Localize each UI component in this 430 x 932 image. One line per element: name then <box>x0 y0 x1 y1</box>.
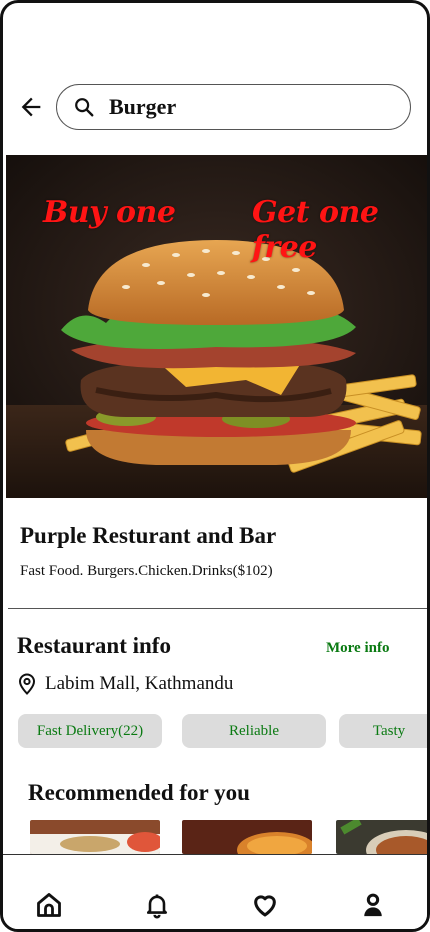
restaurant-tags: Fast Food. Burgers.Chicken.Drinks($102) <box>20 563 273 579</box>
home-icon[interactable] <box>35 891 63 919</box>
search-icon <box>73 96 95 118</box>
restaurant-info-heading: Restaurant info <box>17 633 171 658</box>
bottom-navigation <box>3 854 427 929</box>
restaurant-name: Purple Resturant and Bar <box>20 523 277 548</box>
recommended-item-3[interactable] <box>336 820 427 854</box>
recommended-heading: Recommended for you <box>28 780 250 805</box>
chip-tasty[interactable]: Tasty <box>339 714 427 748</box>
back-arrow-icon[interactable] <box>17 93 45 121</box>
bell-icon[interactable] <box>143 891 171 919</box>
more-info-link[interactable]: More info <box>326 640 389 657</box>
promo-text-buy-one: Buy one <box>43 195 176 230</box>
recommended-item-2[interactable] <box>182 820 312 854</box>
promo-banner[interactable]: Buy one Get one free <box>6 155 427 498</box>
divider <box>8 608 427 609</box>
promo-text-get-one-free: Get one free <box>252 195 379 265</box>
location-pin-icon <box>17 673 37 695</box>
search-value: Burger <box>109 94 177 119</box>
search-input[interactable]: Burger <box>56 84 411 130</box>
chip-fast-delivery[interactable]: Fast Delivery(22) <box>18 714 162 748</box>
recommended-item-1[interactable] <box>30 820 160 854</box>
location-text: Labim Mall, Kathmandu <box>45 673 234 694</box>
profile-icon[interactable] <box>359 891 387 919</box>
phone-frame: Burger Buy one Get one free Purple Restu… <box>0 0 430 932</box>
chip-reliable[interactable]: Reliable <box>182 714 326 748</box>
location-row: Labim Mall, Kathmandu <box>17 673 233 695</box>
heart-icon[interactable] <box>251 891 279 919</box>
